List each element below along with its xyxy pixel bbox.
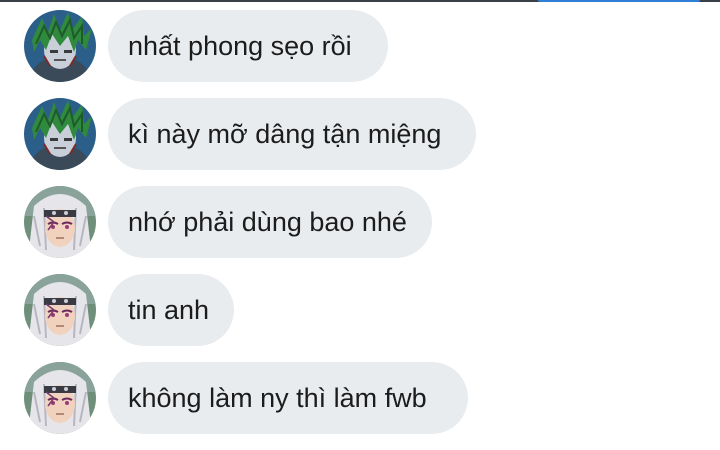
avatar-white-haired[interactable]: [24, 274, 96, 346]
message-row: kì này mỡ dâng tận miệng: [0, 98, 720, 170]
message-thread: nhất phong sẹo rồi kì này mỡ dâng tận mi…: [0, 0, 720, 450]
message-row: không làm ny thì làm fwb: [0, 362, 720, 434]
avatar-white-haired[interactable]: [24, 186, 96, 258]
message-bubble[interactable]: kì này mỡ dâng tận miệng: [108, 98, 476, 170]
message-row: tin anh: [0, 274, 720, 346]
message-bubble[interactable]: tin anh: [108, 274, 234, 346]
message-bubble[interactable]: nhất phong sẹo rồi: [108, 10, 388, 82]
avatar-green-haired[interactable]: [24, 98, 96, 170]
avatar-white-haired[interactable]: [24, 362, 96, 434]
avatar-green-haired[interactable]: [24, 10, 96, 82]
message-bubble[interactable]: không làm ny thì làm fwb: [108, 362, 468, 434]
message-bubble[interactable]: nhớ phải dùng bao nhé: [108, 186, 432, 258]
message-row: nhất phong sẹo rồi: [0, 10, 720, 82]
message-row: nhớ phải dùng bao nhé: [0, 186, 720, 258]
